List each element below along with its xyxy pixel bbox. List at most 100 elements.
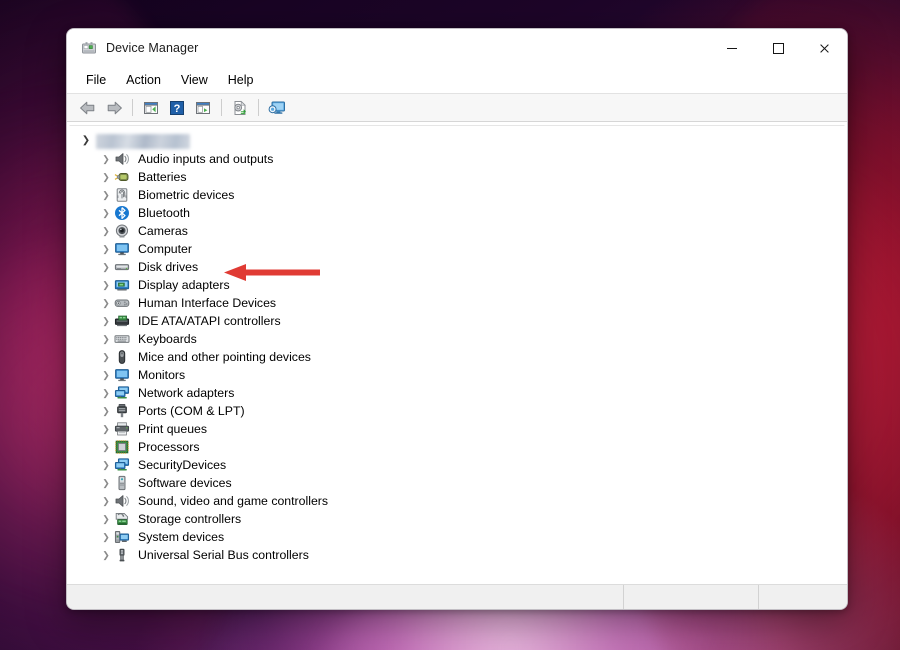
monitor-icon xyxy=(114,367,130,383)
chevron-right-icon[interactable]: ❯ xyxy=(98,226,114,236)
tree-item[interactable]: ❯ Batteries xyxy=(70,168,844,186)
tree-item[interactable]: ❯ Software devices xyxy=(70,474,844,492)
tree-item[interactable]: ❯ Print queues xyxy=(70,420,844,438)
back-button[interactable] xyxy=(75,96,101,120)
tree-item[interactable]: ❯ Biometric devices xyxy=(70,186,844,204)
toolbar-separator-1 xyxy=(132,99,133,116)
menu-item-action[interactable]: Action xyxy=(117,70,170,90)
tree-item[interactable]: ❯ Sound, video and game controllers xyxy=(70,492,844,510)
tree-item-label: Bluetooth xyxy=(138,206,190,220)
toolbar-separator-3 xyxy=(258,99,259,116)
maximize-icon xyxy=(772,42,784,54)
status-pane-secondary xyxy=(623,585,758,609)
tree-item-label: Sound, video and game controllers xyxy=(138,494,329,508)
chevron-right-icon[interactable]: ❯ xyxy=(98,190,114,200)
tree-item[interactable]: ❯ Display adapters xyxy=(70,276,844,294)
menu-item-help[interactable]: Help xyxy=(219,70,263,90)
port-icon xyxy=(114,403,130,419)
tree-item[interactable]: ❯ Human Interface Devices xyxy=(70,294,844,312)
tree-item[interactable]: ❯ Ports (COM & LPT) xyxy=(70,402,844,420)
tree-item-label: Monitors xyxy=(138,368,186,382)
show-hide-console-tree-button[interactable] xyxy=(190,96,216,120)
chevron-right-icon[interactable]: ❯ xyxy=(98,424,114,434)
mouse-icon xyxy=(118,350,126,364)
chevron-right-icon[interactable]: ❯ xyxy=(98,352,114,362)
tree-item[interactable]: ❯ Network adapters xyxy=(70,384,844,402)
display-adapter-icon xyxy=(114,277,130,293)
chevron-right-icon[interactable]: ❯ xyxy=(98,154,114,164)
chevron-right-icon[interactable]: ❯ xyxy=(98,280,114,290)
chevron-right-icon[interactable]: ❯ xyxy=(98,208,114,218)
forward-button[interactable] xyxy=(101,96,127,120)
storage-controller-icon xyxy=(115,512,129,526)
port-icon xyxy=(117,404,127,418)
tree-item[interactable]: ❯ Cameras xyxy=(70,222,844,240)
network-adapter-icon xyxy=(114,386,130,399)
menu-item-file[interactable]: File xyxy=(77,70,115,90)
update-driver-icon xyxy=(234,100,246,115)
maximize-button[interactable] xyxy=(755,29,801,67)
system-device-icon xyxy=(114,529,130,545)
chevron-right-icon[interactable]: ❯ xyxy=(98,460,114,470)
scan-hardware-changes-button[interactable] xyxy=(264,96,290,120)
chevron-right-icon[interactable]: ❯ xyxy=(98,442,114,452)
battery-icon xyxy=(114,169,130,185)
device-tree-children: ❯ Audio inputs and outputs ❯ Batteries ❯ Biom… xyxy=(70,150,844,564)
software-device-icon xyxy=(118,475,126,491)
device-tree: ❯ ❯ Audio inputs and outputs ❯ Batteries ❯ Bi… xyxy=(70,126,844,564)
properties-button[interactable] xyxy=(138,96,164,120)
tree-item[interactable]: ❯ Universal Serial Bus controllers xyxy=(70,546,844,564)
network-adapter-icon xyxy=(114,385,130,401)
chevron-right-icon[interactable]: ❯ xyxy=(98,532,114,542)
chevron-right-icon[interactable]: ❯ xyxy=(98,244,114,254)
tree-item-label: Display adapters xyxy=(138,278,230,292)
help-button[interactable]: ? xyxy=(164,96,190,120)
minimize-button[interactable] xyxy=(709,29,755,67)
tree-item[interactable]: ❯ Audio inputs and outputs xyxy=(70,150,844,168)
tree-item[interactable]: ❯ Monitors xyxy=(70,366,844,384)
tree-item[interactable]: ❯ Computer xyxy=(70,240,844,258)
device-manager-icon xyxy=(81,40,97,56)
chevron-right-icon[interactable]: ❯ xyxy=(98,496,114,506)
tree-item[interactable]: ❯ IDE ATA/ATAPI controllers xyxy=(70,312,844,330)
chevron-right-icon[interactable]: ❯ xyxy=(98,316,114,326)
update-driver-button[interactable] xyxy=(227,96,253,120)
software-device-icon xyxy=(114,475,130,491)
svg-text:?: ? xyxy=(174,103,181,115)
chevron-right-icon[interactable]: ❯ xyxy=(98,478,114,488)
chevron-right-icon[interactable]: ❯ xyxy=(98,550,114,560)
tree-item-label: Network adapters xyxy=(138,386,235,400)
tree-item-label: Disk drives xyxy=(138,260,199,274)
monitor-icon xyxy=(115,369,129,382)
chevron-right-icon[interactable]: ❯ xyxy=(98,388,114,398)
tree-item-label: SecurityDevices xyxy=(138,458,227,472)
chevron-right-icon[interactable]: ❯ xyxy=(98,370,114,380)
tree-item[interactable]: ❯ Disk drives xyxy=(70,258,844,276)
window-title: Device Manager xyxy=(106,41,199,55)
printer-icon xyxy=(114,421,130,437)
chevron-down-icon[interactable]: ❯ xyxy=(78,136,94,146)
disk-drive-icon xyxy=(114,264,130,271)
chevron-right-icon[interactable]: ❯ xyxy=(98,262,114,272)
menu-item-view[interactable]: View xyxy=(172,70,217,90)
close-button[interactable] xyxy=(801,29,847,67)
hid-icon xyxy=(114,295,130,311)
tree-item[interactable]: ❯ SecurityDevices xyxy=(70,456,844,474)
chevron-right-icon[interactable]: ❯ xyxy=(98,298,114,308)
minimize-icon xyxy=(727,47,737,49)
tree-item[interactable]: ❯ Bluetooth xyxy=(70,204,844,222)
chevron-right-icon[interactable]: ❯ xyxy=(98,406,114,416)
tree-item[interactable]: ❯ Keyboards xyxy=(70,330,844,348)
tree-item[interactable]: ❯ Processors xyxy=(70,438,844,456)
tree-item[interactable]: ❯ System devices xyxy=(70,528,844,546)
tree-item-label: IDE ATA/ATAPI controllers xyxy=(138,314,281,328)
tree-item-label: Universal Serial Bus controllers xyxy=(138,548,309,562)
device-tree-panel[interactable]: ❯ ❯ Audio inputs and outputs ❯ Batteries ❯ Bi… xyxy=(69,125,845,584)
hid-icon xyxy=(114,299,130,307)
chevron-right-icon[interactable]: ❯ xyxy=(98,514,114,524)
chevron-right-icon[interactable]: ❯ xyxy=(98,172,114,182)
tree-item[interactable]: ❯ Storage controllers xyxy=(70,510,844,528)
tree-item[interactable]: ❯ Mice and other pointing devices xyxy=(70,348,844,366)
chevron-right-icon[interactable]: ❯ xyxy=(98,334,114,344)
computer-root-node[interactable]: ❯ xyxy=(70,132,844,150)
